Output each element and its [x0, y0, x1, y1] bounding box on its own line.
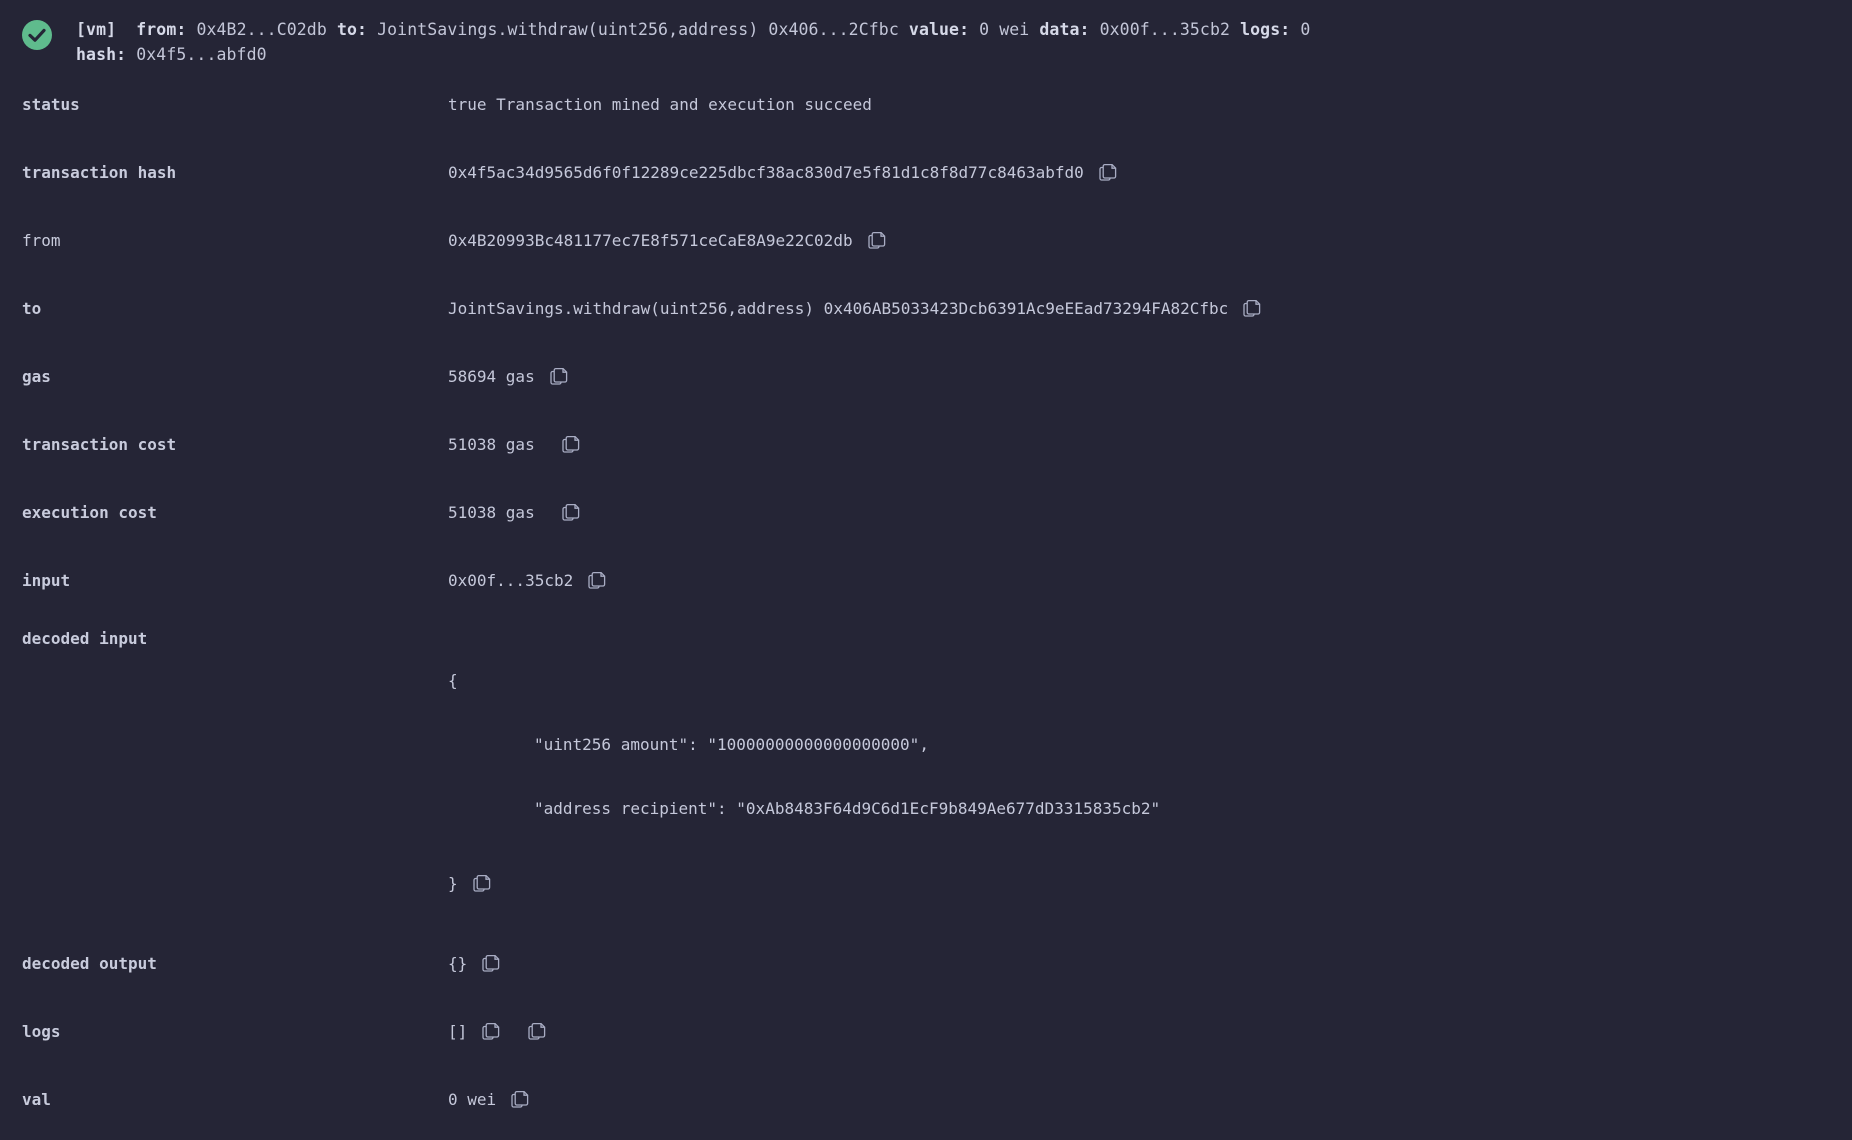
- row-label-transaction-cost: transaction cost: [22, 435, 177, 454]
- table-row-logs: logs []: [0, 1004, 1852, 1072]
- row-label-input: input: [22, 571, 71, 590]
- transaction-hash-text: 0x4f5ac34d9565d6f0f12289ce225dbcf38ac830…: [448, 163, 1084, 182]
- copy-icon[interactable]: [510, 1089, 530, 1109]
- row-label-from: from: [22, 231, 61, 250]
- row-label-to: to: [22, 299, 42, 318]
- table-row-decoded-input: decoded input { "uint256 amount": "10000…: [0, 611, 1852, 936]
- table-row-input: input 0x00f...35cb2: [0, 553, 1852, 611]
- table-row-from: from 0x4B20993Bc481177ec7E8f571ceCaE8A9e…: [0, 213, 1852, 281]
- from-label: from:: [136, 20, 187, 39]
- copy-raw-logs-icon[interactable]: [527, 1021, 547, 1041]
- data-label: data:: [1039, 20, 1090, 39]
- decoded-input-close-brace: }: [448, 874, 458, 893]
- copy-icon[interactable]: [472, 873, 492, 893]
- row-label-transaction-hash: transaction hash: [22, 163, 177, 182]
- success-check-icon: [20, 18, 54, 52]
- copy-icon[interactable]: [561, 434, 581, 454]
- row-label-execution-cost: execution cost: [22, 503, 157, 522]
- to-label: to:: [336, 20, 368, 39]
- logs-short-value: 0: [1300, 20, 1311, 39]
- value-label: value:: [908, 20, 970, 39]
- row-label-val: val: [22, 1090, 51, 1109]
- table-row-transaction-cost: transaction cost 51038 gas: [0, 417, 1852, 485]
- row-value-from: 0x4B20993Bc481177ec7E8f571ceCaE8A9e22C02…: [448, 213, 1852, 251]
- row-value-transaction-cost: 51038 gas: [448, 417, 1852, 455]
- status-text: true Transaction mined and execution suc…: [448, 95, 872, 114]
- copy-icon[interactable]: [587, 570, 607, 590]
- table-row-to: to JointSavings.withdraw(uint256,address…: [0, 281, 1852, 349]
- val-text: 0 wei: [448, 1090, 497, 1109]
- transaction-detail-rows: status true Transaction mined and execut…: [0, 77, 1852, 1140]
- input-data-text: 0x00f...35cb2: [448, 571, 574, 590]
- copy-icon[interactable]: [549, 366, 569, 386]
- table-row-decoded-output: decoded output {}: [0, 936, 1852, 1004]
- decoded-output-text: {}: [448, 954, 468, 973]
- row-value-gas: 58694 gas: [448, 349, 1852, 387]
- row-label-decoded-input: decoded input: [22, 629, 148, 648]
- row-value-val: 0 wei: [448, 1072, 1852, 1110]
- row-value-status: true Transaction mined and execution suc…: [448, 77, 1852, 115]
- row-value-transaction-hash: 0x4f5ac34d9565d6f0f12289ce225dbcf38ac830…: [448, 145, 1852, 183]
- decoded-input-open-brace: {: [448, 671, 458, 690]
- logs-label: logs:: [1240, 20, 1291, 39]
- row-label-decoded-output: decoded output: [22, 954, 157, 973]
- row-value-input: 0x00f...35cb2: [448, 553, 1852, 591]
- table-row-val: val 0 wei: [0, 1072, 1852, 1140]
- copy-icon[interactable]: [481, 1021, 501, 1041]
- execution-cost-text: 51038 gas: [448, 503, 535, 522]
- vm-tag: [vm]: [76, 20, 117, 39]
- to-short-value: JointSavings.withdraw(uint256,address) 0…: [377, 20, 899, 39]
- gas-text: 58694 gas: [448, 367, 535, 386]
- hash-short-value: 0x4f5...abfd0: [136, 45, 267, 64]
- row-value-decoded-output: {}: [448, 936, 1852, 974]
- copy-icon[interactable]: [867, 230, 887, 250]
- row-value-logs: []: [448, 1004, 1852, 1042]
- table-row-transaction-hash: transaction hash 0x4f5ac34d9565d6f0f1228…: [0, 145, 1852, 213]
- to-address-text: JointSavings.withdraw(uint256,address) 0…: [448, 299, 1229, 318]
- from-address-text: 0x4B20993Bc481177ec7E8f571ceCaE8A9e22C02…: [448, 231, 853, 250]
- row-value-execution-cost: 51038 gas: [448, 485, 1852, 523]
- row-label-logs: logs: [22, 1022, 61, 1041]
- from-short-value: 0x4B2...C02db: [196, 20, 327, 39]
- hash-label: hash:: [76, 45, 127, 64]
- copy-icon[interactable]: [481, 953, 501, 973]
- transaction-summary-header[interactable]: [vm] from: 0x4B2...C02db to: JointSaving…: [0, 0, 1852, 77]
- table-row-execution-cost: execution cost 51038 gas: [0, 485, 1852, 553]
- decoded-input-amount: "uint256 amount": "10000000000000000000"…: [534, 735, 929, 754]
- row-value-decoded-input: { "uint256 amount": "1000000000000000000…: [448, 611, 1852, 936]
- copy-icon[interactable]: [1242, 298, 1262, 318]
- transaction-summary-text: [vm] from: 0x4B2...C02db to: JointSaving…: [76, 16, 1842, 67]
- table-row-status: status true Transaction mined and execut…: [0, 77, 1852, 145]
- table-row-gas: gas 58694 gas: [0, 349, 1852, 417]
- row-label-gas: gas: [22, 367, 51, 386]
- data-short-value: 0x00f...35cb2: [1099, 20, 1231, 39]
- decoded-input-recipient: "address recipient": "0xAb8483F64d9C6d1E…: [534, 799, 1161, 818]
- decoded-input-close-row: }: [448, 872, 1852, 896]
- transaction-log-panel: [vm] from: 0x4B2...C02db to: JointSaving…: [0, 0, 1852, 1109]
- value-short-value: 0 wei: [979, 20, 1030, 39]
- row-value-to: JointSavings.withdraw(uint256,address) 0…: [448, 281, 1852, 319]
- copy-icon[interactable]: [561, 502, 581, 522]
- logs-text: []: [448, 1022, 468, 1041]
- copy-icon[interactable]: [1098, 162, 1118, 182]
- row-label-status: status: [22, 95, 80, 114]
- transaction-cost-text: 51038 gas: [448, 435, 535, 454]
